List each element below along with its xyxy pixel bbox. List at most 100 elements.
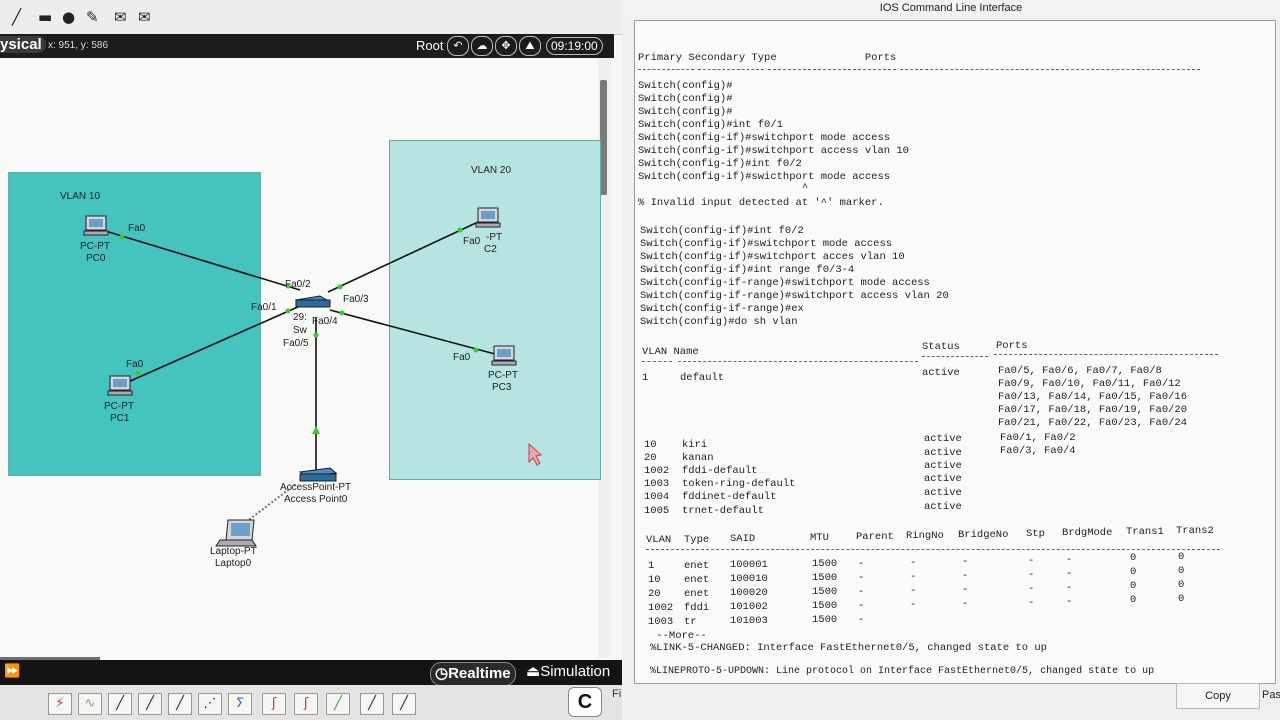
mouse-cursor [528,442,543,466]
clock-icon: ◷ [435,665,449,682]
divider [678,361,918,362]
simulation-mode-button[interactable]: ⏏Simulation [523,661,613,683]
type-row-trans1: 0 [1130,566,1137,578]
paste-button[interactable]: Pas [1258,683,1280,707]
vlan-name: fddi-default [682,465,758,477]
type-row-trans1: 0 [1130,594,1137,606]
divider [994,354,1218,355]
type-row-vlan: 20 [648,588,661,600]
type-row-stp: - [1028,583,1035,595]
type-row-said: 100010 [730,573,768,585]
divider [638,69,694,70]
vlan-ports: Fa0/13, Fa0/14, Fa0/15, Fa0/16 [998,391,1188,403]
type-table-header: Trans2 [1176,525,1214,537]
connection-cross-icon[interactable]: ╱ [138,693,162,715]
type-row-stp: - [1028,555,1035,567]
pc0-type-label: PC-PT [80,241,110,252]
pc2-name-label: C2 [484,244,497,255]
link-status-light [339,310,345,316]
laptop-type-label: Laptop-PT [210,546,257,557]
type-table-header: VLAN [646,534,672,546]
pc2-port-label: Fa0 [463,236,481,247]
copy-button[interactable]: Copy [1176,683,1260,709]
laptop-name-label: Laptop0 [215,558,252,569]
connection-phone-icon[interactable]: ⋰ [198,693,222,715]
type-row-mtu: 1500 [812,586,838,598]
pc3-icon [491,345,517,366]
command-prompt-icon[interactable]: C [568,687,602,717]
divider [698,69,764,70]
cli-line: Switch(config-if)#switchport mode access [638,132,891,144]
vlan-id: 1004 [644,491,670,503]
cli-line: Switch(config-if)#int f0/2 [640,225,804,237]
type-row-type: enet [684,588,710,600]
connection-auto-icon[interactable]: ⚡ [48,693,72,715]
fast-forward-icon[interactable]: ⏩ [4,664,20,679]
type-row-bridgeno: - [962,584,969,596]
divider [900,69,1200,70]
connection-serial-dte-icon[interactable]: ʃ [294,693,318,715]
vlan-name: trnet-default [682,505,764,517]
connection-fiber-icon[interactable]: ╱ [168,693,192,715]
type-row-stp: - [1028,597,1035,609]
type-row-parent: - [858,572,865,584]
type-table-header: SAID [730,533,756,545]
type-row-mtu: 1500 [812,572,838,584]
vlan-ports: Fa0/21, Fa0/22, Fa0/23, Fa0/24 [998,417,1188,429]
vlan-status: active [924,501,962,513]
type-row-brdgmode: - [1066,568,1073,580]
cli-line: Switch(config-if-range)#switchport mode … [640,277,930,289]
type-table-header: BrdgMode [1062,527,1113,539]
cli-line: Switch(config-if)#switchport acces vlan … [640,251,905,263]
connection-usb-icon[interactable]: ╱ [392,693,416,715]
link-pc3-switch [329,309,496,355]
link-status-light [337,284,343,290]
cli-line: Switch(config)#do sh vlan [640,316,798,328]
vlan-name: kiri [682,439,708,451]
type-row-mtu: 1500 [812,614,838,626]
type-row-type: fddi [684,602,710,614]
cli-line: Switch(config)# [638,80,733,92]
type-row-trans2: 0 [1178,593,1185,605]
pc1-name-label: PC1 [110,413,130,424]
type-row-type: enet [684,560,710,572]
type-table-header: Type [684,534,710,546]
vlan-ports: Fa0/3, Fa0/4 [1000,445,1076,457]
type-row-stp: - [1028,569,1035,581]
type-table-header: BridgeNo [958,529,1009,541]
pc3-type-label: PC-PT [488,370,518,381]
type-row-trans1: 0 [1130,552,1137,564]
type-row-brdgmode: - [1066,596,1073,608]
type-row-trans1: 0 [1130,580,1137,592]
connection-serial-dce-icon[interactable]: ʃ [262,693,286,715]
fi-label: Fi [612,688,622,700]
vlan-name: kanan [682,452,714,464]
type-row-said: 100020 [730,587,768,599]
type-row-ringno: - [910,585,917,597]
connection-coax-icon[interactable]: ⵢ [228,693,252,715]
vlan-id: 1 [642,372,649,384]
pc1-type-label: PC-PT [104,401,134,412]
divider [922,356,988,357]
connection-console-icon[interactable]: ∿ [78,693,102,715]
type-row-parent: - [858,586,865,598]
ap-name-label: Access Point0 [284,494,348,505]
more-prompt: --More-- [650,630,707,642]
connection-iot-icon[interactable]: ╱ [360,693,384,715]
realtime-label: Realtime [448,665,511,682]
vlan-ports: Fa0/5, Fa0/6, Fa0/7, Fa0/8 [998,365,1162,377]
stopwatch-icon: ⏏ [526,663,541,680]
vlan-status: active [924,433,962,445]
laptop-icon [215,519,257,547]
link-status-light [135,370,141,376]
connection-straight-icon[interactable]: ╱ [108,693,132,715]
connection-octal-icon[interactable]: ╱ [326,693,350,715]
type-row-type: tr [684,616,697,628]
cli-line: Switch(config-if)#switchport access vlan… [638,145,909,157]
pc0-port-label: Fa0 [128,223,146,234]
divider [768,69,896,70]
type-row-parent: - [858,600,865,612]
realtime-mode-button[interactable]: ◷Realtime [430,662,516,686]
link-pc0-switch [101,229,301,291]
port-fa02-label: Fa0/2 [285,279,311,290]
